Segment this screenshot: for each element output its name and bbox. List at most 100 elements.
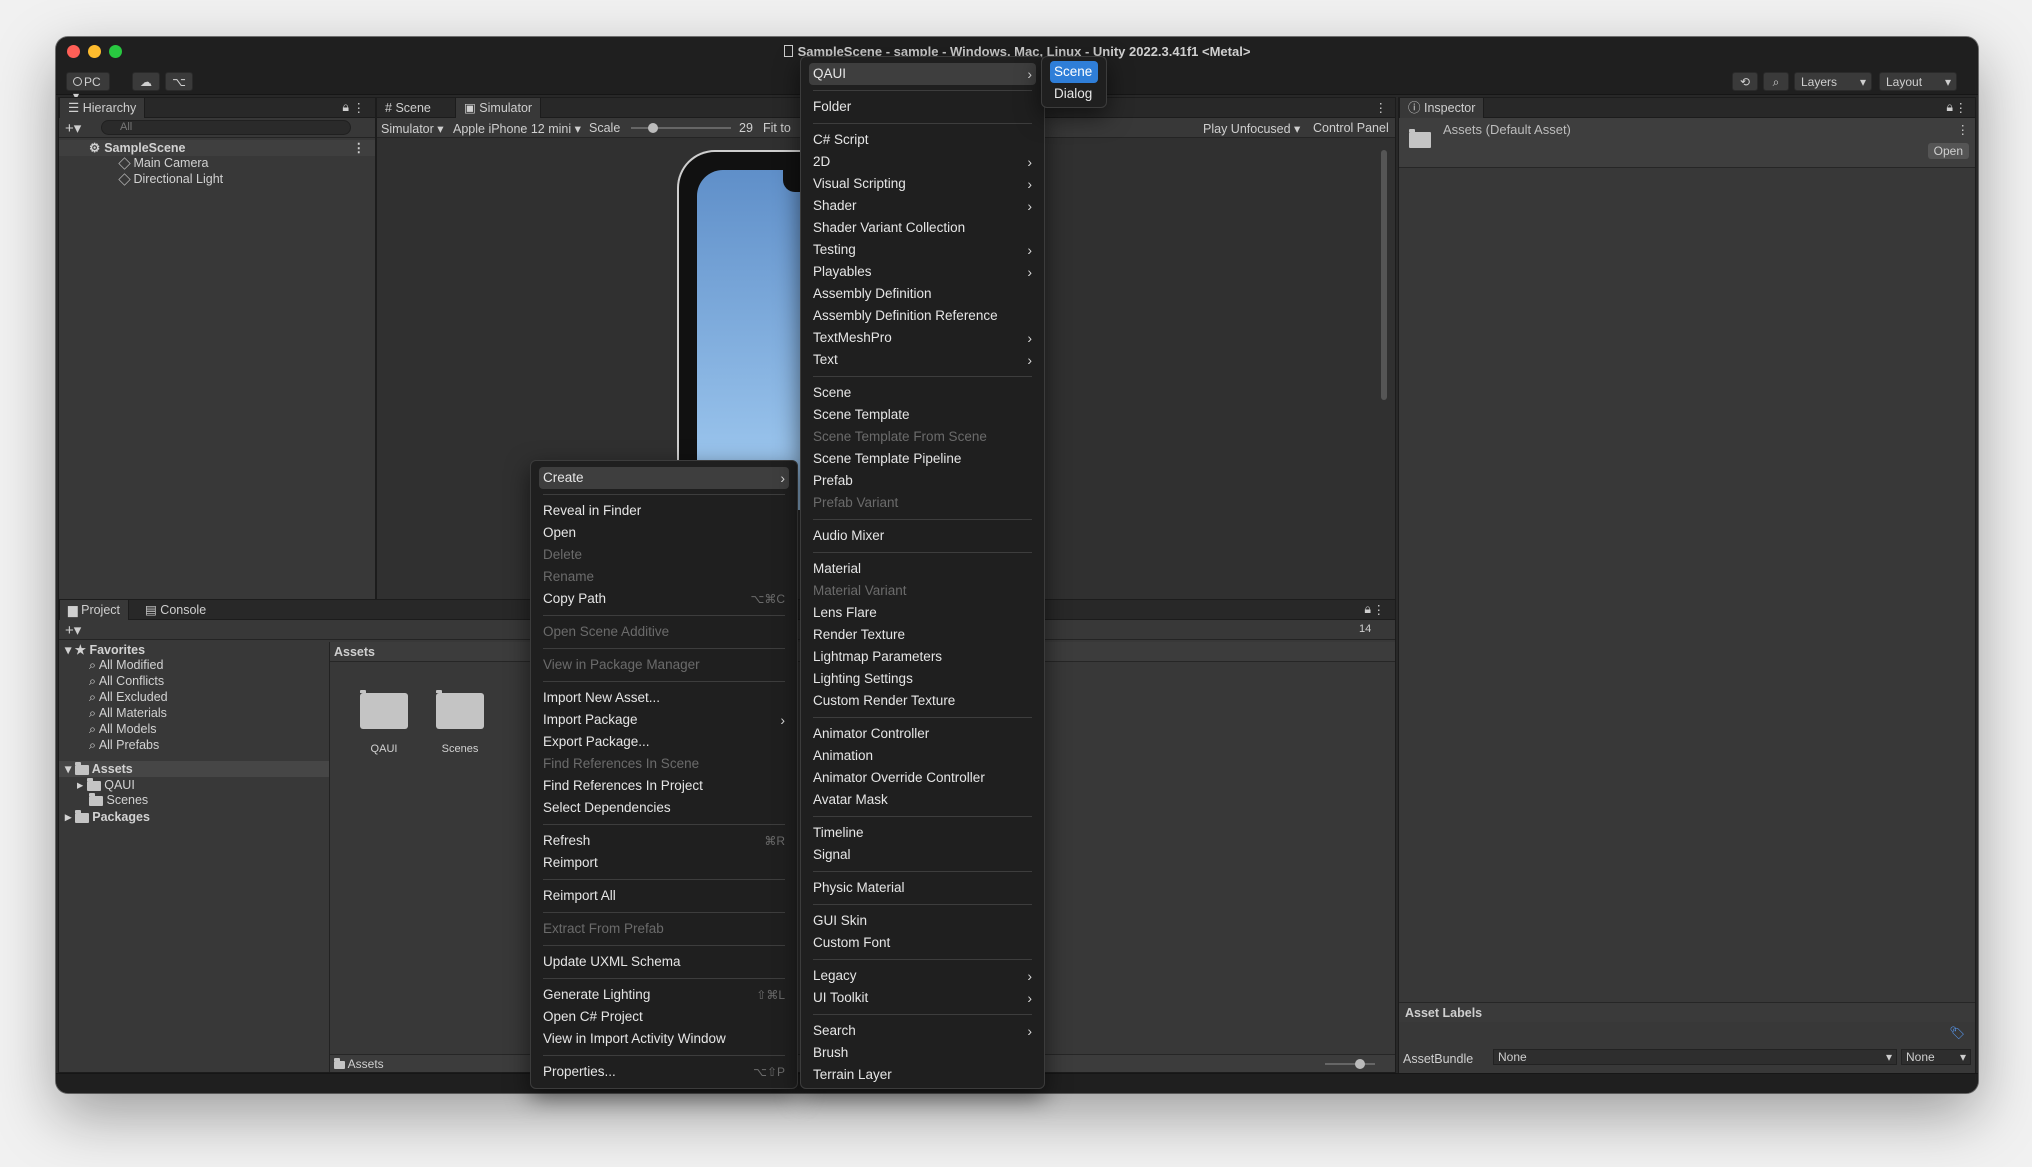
tag-icon[interactable]: 🏷︎ <box>1949 1026 1965 1041</box>
assets-row[interactable]: ▾ Assets <box>59 761 329 777</box>
icon-size-slider-handle[interactable] <box>1355 1059 1365 1069</box>
favorite-item[interactable]: ⌕ All Models <box>59 722 329 738</box>
kebab-menu-icon[interactable]: ⋮ <box>353 100 366 115</box>
kebab-menu-icon[interactable]: ⋮ <box>353 140 366 155</box>
menu-item[interactable]: Find References In Project <box>539 775 789 797</box>
menu-item[interactable]: Import New Asset... <box>539 687 789 709</box>
lock-icon[interactable]: 🔒︎ <box>342 100 349 115</box>
menu-item[interactable]: Scene <box>1050 61 1098 83</box>
hierarchy-item[interactable]: Directional Light <box>59 172 375 188</box>
menu-item[interactable]: Lens Flare <box>809 602 1036 624</box>
tab-project[interactable]: ▆ Project <box>59 600 130 620</box>
menu-item[interactable]: Export Package... <box>539 731 789 753</box>
menu-item[interactable]: Folder <box>809 96 1036 118</box>
lock-icon[interactable]: 🔒︎ <box>1364 602 1371 617</box>
menu-item[interactable]: Refresh ⌘R <box>539 830 789 852</box>
menu-item[interactable]: Signal <box>809 844 1036 866</box>
menu-item[interactable]: Lighting Settings <box>809 668 1036 690</box>
kebab-menu-icon[interactable]: ⋮ <box>1955 100 1968 115</box>
menu-item[interactable]: UI Toolkit › <box>809 987 1036 1009</box>
open-button[interactable]: Open <box>1927 143 1969 159</box>
search-button[interactable]: ⌕ <box>1763 72 1789 91</box>
lock-icon[interactable]: 🔒︎ <box>1946 100 1953 115</box>
menu-item[interactable]: Custom Font <box>809 932 1036 954</box>
mode-dropdown[interactable]: Simulator ▾ <box>381 121 444 136</box>
scale-slider[interactable] <box>631 123 731 133</box>
menu-item[interactable]: Shader › <box>809 195 1036 217</box>
menu-item[interactable]: Assembly Definition <box>809 283 1036 305</box>
packages-row[interactable]: ▸ Packages <box>59 809 329 825</box>
menu-item[interactable]: C# Script <box>809 129 1036 151</box>
menu-item[interactable]: GUI Skin <box>809 910 1036 932</box>
menu-item[interactable]: Dialog <box>1050 83 1098 105</box>
menu-item[interactable]: Open <box>539 522 789 544</box>
history-button[interactable]: ⟲ <box>1732 72 1758 91</box>
cloud-button[interactable]: ☁ <box>132 72 160 91</box>
menu-item[interactable]: Update UXML Schema <box>539 951 789 973</box>
vertical-scrollbar[interactable] <box>1381 150 1387 400</box>
menu-item[interactable]: Copy Path ⌥⌘C <box>539 588 789 610</box>
icon-size-slider[interactable] <box>1325 1059 1375 1069</box>
menu-item[interactable]: Visual Scripting › <box>809 173 1036 195</box>
menu-item[interactable]: Assembly Definition Reference <box>809 305 1036 327</box>
fit-to-button[interactable]: Fit to <box>763 121 791 135</box>
breadcrumb[interactable]: Assets <box>334 645 375 659</box>
menu-item[interactable]: Material <box>809 558 1036 580</box>
menu-item[interactable]: Create › <box>539 467 789 489</box>
menu-item[interactable]: Shader Variant Collection <box>809 217 1036 239</box>
menu-item[interactable]: Reimport <box>539 852 789 874</box>
asset-bundle-dropdown[interactable]: None ▾ <box>1493 1049 1897 1065</box>
layout-dropdown[interactable]: Layout ▾ <box>1879 72 1957 91</box>
menu-item[interactable]: Timeline <box>809 822 1036 844</box>
menu-item[interactable]: Terrain Layer <box>809 1064 1036 1086</box>
menu-item[interactable]: Lightmap Parameters <box>809 646 1036 668</box>
collab-button[interactable]: ⌥ <box>165 72 193 91</box>
menu-item[interactable]: Testing › <box>809 239 1036 261</box>
menu-item[interactable]: View in Import Activity Window <box>539 1028 789 1050</box>
menu-item[interactable]: Animation <box>809 745 1036 767</box>
menu-item[interactable]: Legacy › <box>809 965 1036 987</box>
folder-item[interactable]: ▸ QAUI <box>59 777 329 793</box>
menu-item[interactable]: Animator Controller <box>809 723 1036 745</box>
tab-scene[interactable]: # Scene <box>377 98 439 118</box>
layers-dropdown[interactable]: Layers ▾ <box>1794 72 1872 91</box>
scene-row[interactable]: ⚙ SampleScene ⋮ <box>59 140 375 156</box>
tab-inspector[interactable]: ⓘ Inspector <box>1399 98 1485 118</box>
hierarchy-item[interactable]: Main Camera <box>59 156 375 172</box>
menu-item[interactable]: Prefab <box>809 470 1036 492</box>
tab-console[interactable]: ▤ Console <box>137 600 214 620</box>
menu-item[interactable]: Properties... ⌥⇧P <box>539 1061 789 1083</box>
favorites-row[interactable]: ▾ ★ Favorites <box>59 642 329 658</box>
menu-item[interactable]: Search › <box>809 1020 1036 1042</box>
platform-dropdown[interactable]: PC ▾ <box>66 72 110 103</box>
menu-item[interactable]: Open C# Project <box>539 1006 789 1028</box>
menu-item[interactable]: Avatar Mask <box>809 789 1036 811</box>
kebab-menu-icon[interactable]: ⋮ <box>1373 602 1386 617</box>
tab-hierarchy[interactable]: ☰ Hierarchy <box>59 98 146 118</box>
menu-item[interactable]: Text › <box>809 349 1036 371</box>
menu-item[interactable]: Reveal in Finder <box>539 500 789 522</box>
menu-item[interactable]: Scene Template <box>809 404 1036 426</box>
menu-item[interactable]: Reimport All <box>539 885 789 907</box>
favorite-item[interactable]: ⌕ All Excluded <box>59 690 329 706</box>
menu-item[interactable]: Playables › <box>809 261 1036 283</box>
hierarchy-search-input[interactable]: All <box>101 120 351 135</box>
folder-item[interactable]: Scenes <box>59 792 329 809</box>
asset-variant-dropdown[interactable]: None ▾ <box>1901 1049 1971 1065</box>
menu-item[interactable]: Render Texture <box>809 624 1036 646</box>
kebab-menu-icon[interactable]: ⋮ <box>1375 100 1388 115</box>
menu-item[interactable]: Scene Template Pipeline <box>809 448 1036 470</box>
menu-item[interactable]: Generate Lighting ⇧⌘L <box>539 984 789 1006</box>
add-button[interactable]: +▾ <box>65 119 81 137</box>
scale-slider-handle[interactable] <box>648 123 658 133</box>
favorite-item[interactable]: ⌕ All Materials <box>59 706 329 722</box>
control-panel-button[interactable]: Control Panel <box>1313 121 1389 135</box>
device-dropdown[interactable]: Apple iPhone 12 mini ▾ <box>453 121 581 136</box>
project-divider[interactable] <box>329 642 330 1072</box>
asset-grid-item[interactable]: Scenes <box>425 685 495 755</box>
play-mode-dropdown[interactable]: Play Unfocused ▾ <box>1203 121 1300 136</box>
menu-item[interactable]: TextMeshPro › <box>809 327 1036 349</box>
kebab-menu-icon[interactable]: ⋮ <box>1957 122 1970 137</box>
asset-grid-item[interactable]: QAUI <box>349 685 419 755</box>
menu-item[interactable]: Physic Material <box>809 877 1036 899</box>
